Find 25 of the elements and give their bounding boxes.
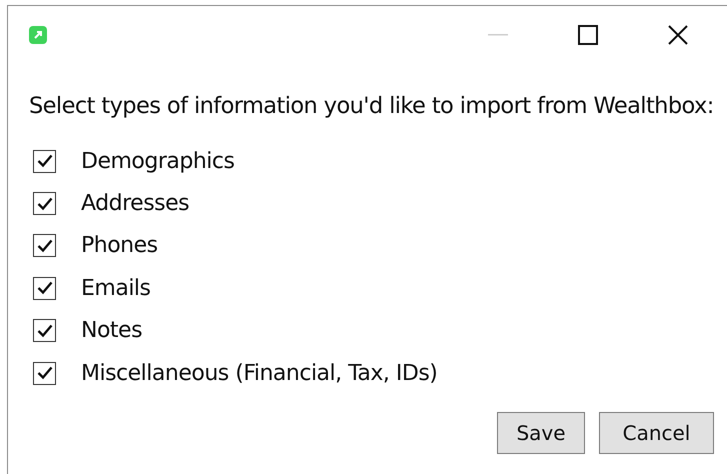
cancel-button[interactable]: Cancel [599, 412, 714, 454]
check-icon [36, 238, 52, 253]
checkbox-label[interactable]: Demographics [81, 148, 234, 174]
close-icon [668, 25, 688, 45]
minimize-icon [488, 34, 508, 36]
checkbox[interactable] [33, 234, 56, 258]
checkbox-label[interactable]: Miscellaneous (Financial, Tax, IDs) [81, 360, 438, 386]
save-button[interactable]: Save [497, 412, 585, 454]
checkbox[interactable] [33, 192, 56, 216]
instruction-text: Select types of information you'd like to import from Wealthbox: [29, 93, 714, 119]
checkbox-label[interactable]: Notes [81, 318, 142, 344]
checkbox-label[interactable]: Phones [81, 233, 158, 258]
checkbox[interactable] [33, 276, 56, 300]
check-icon [36, 324, 52, 338]
check-icon [36, 196, 52, 211]
checkbox[interactable] [33, 150, 56, 173]
checkbox-label[interactable]: Addresses [81, 191, 190, 216]
maximize-icon [578, 25, 598, 45]
check-icon [36, 154, 52, 168]
checkbox[interactable] [33, 319, 56, 342]
check-icon [36, 281, 52, 296]
check-icon [36, 366, 52, 380]
checkbox[interactable] [33, 362, 56, 385]
checkbox-label[interactable]: Emails [81, 276, 150, 301]
app-icon [29, 26, 47, 44]
